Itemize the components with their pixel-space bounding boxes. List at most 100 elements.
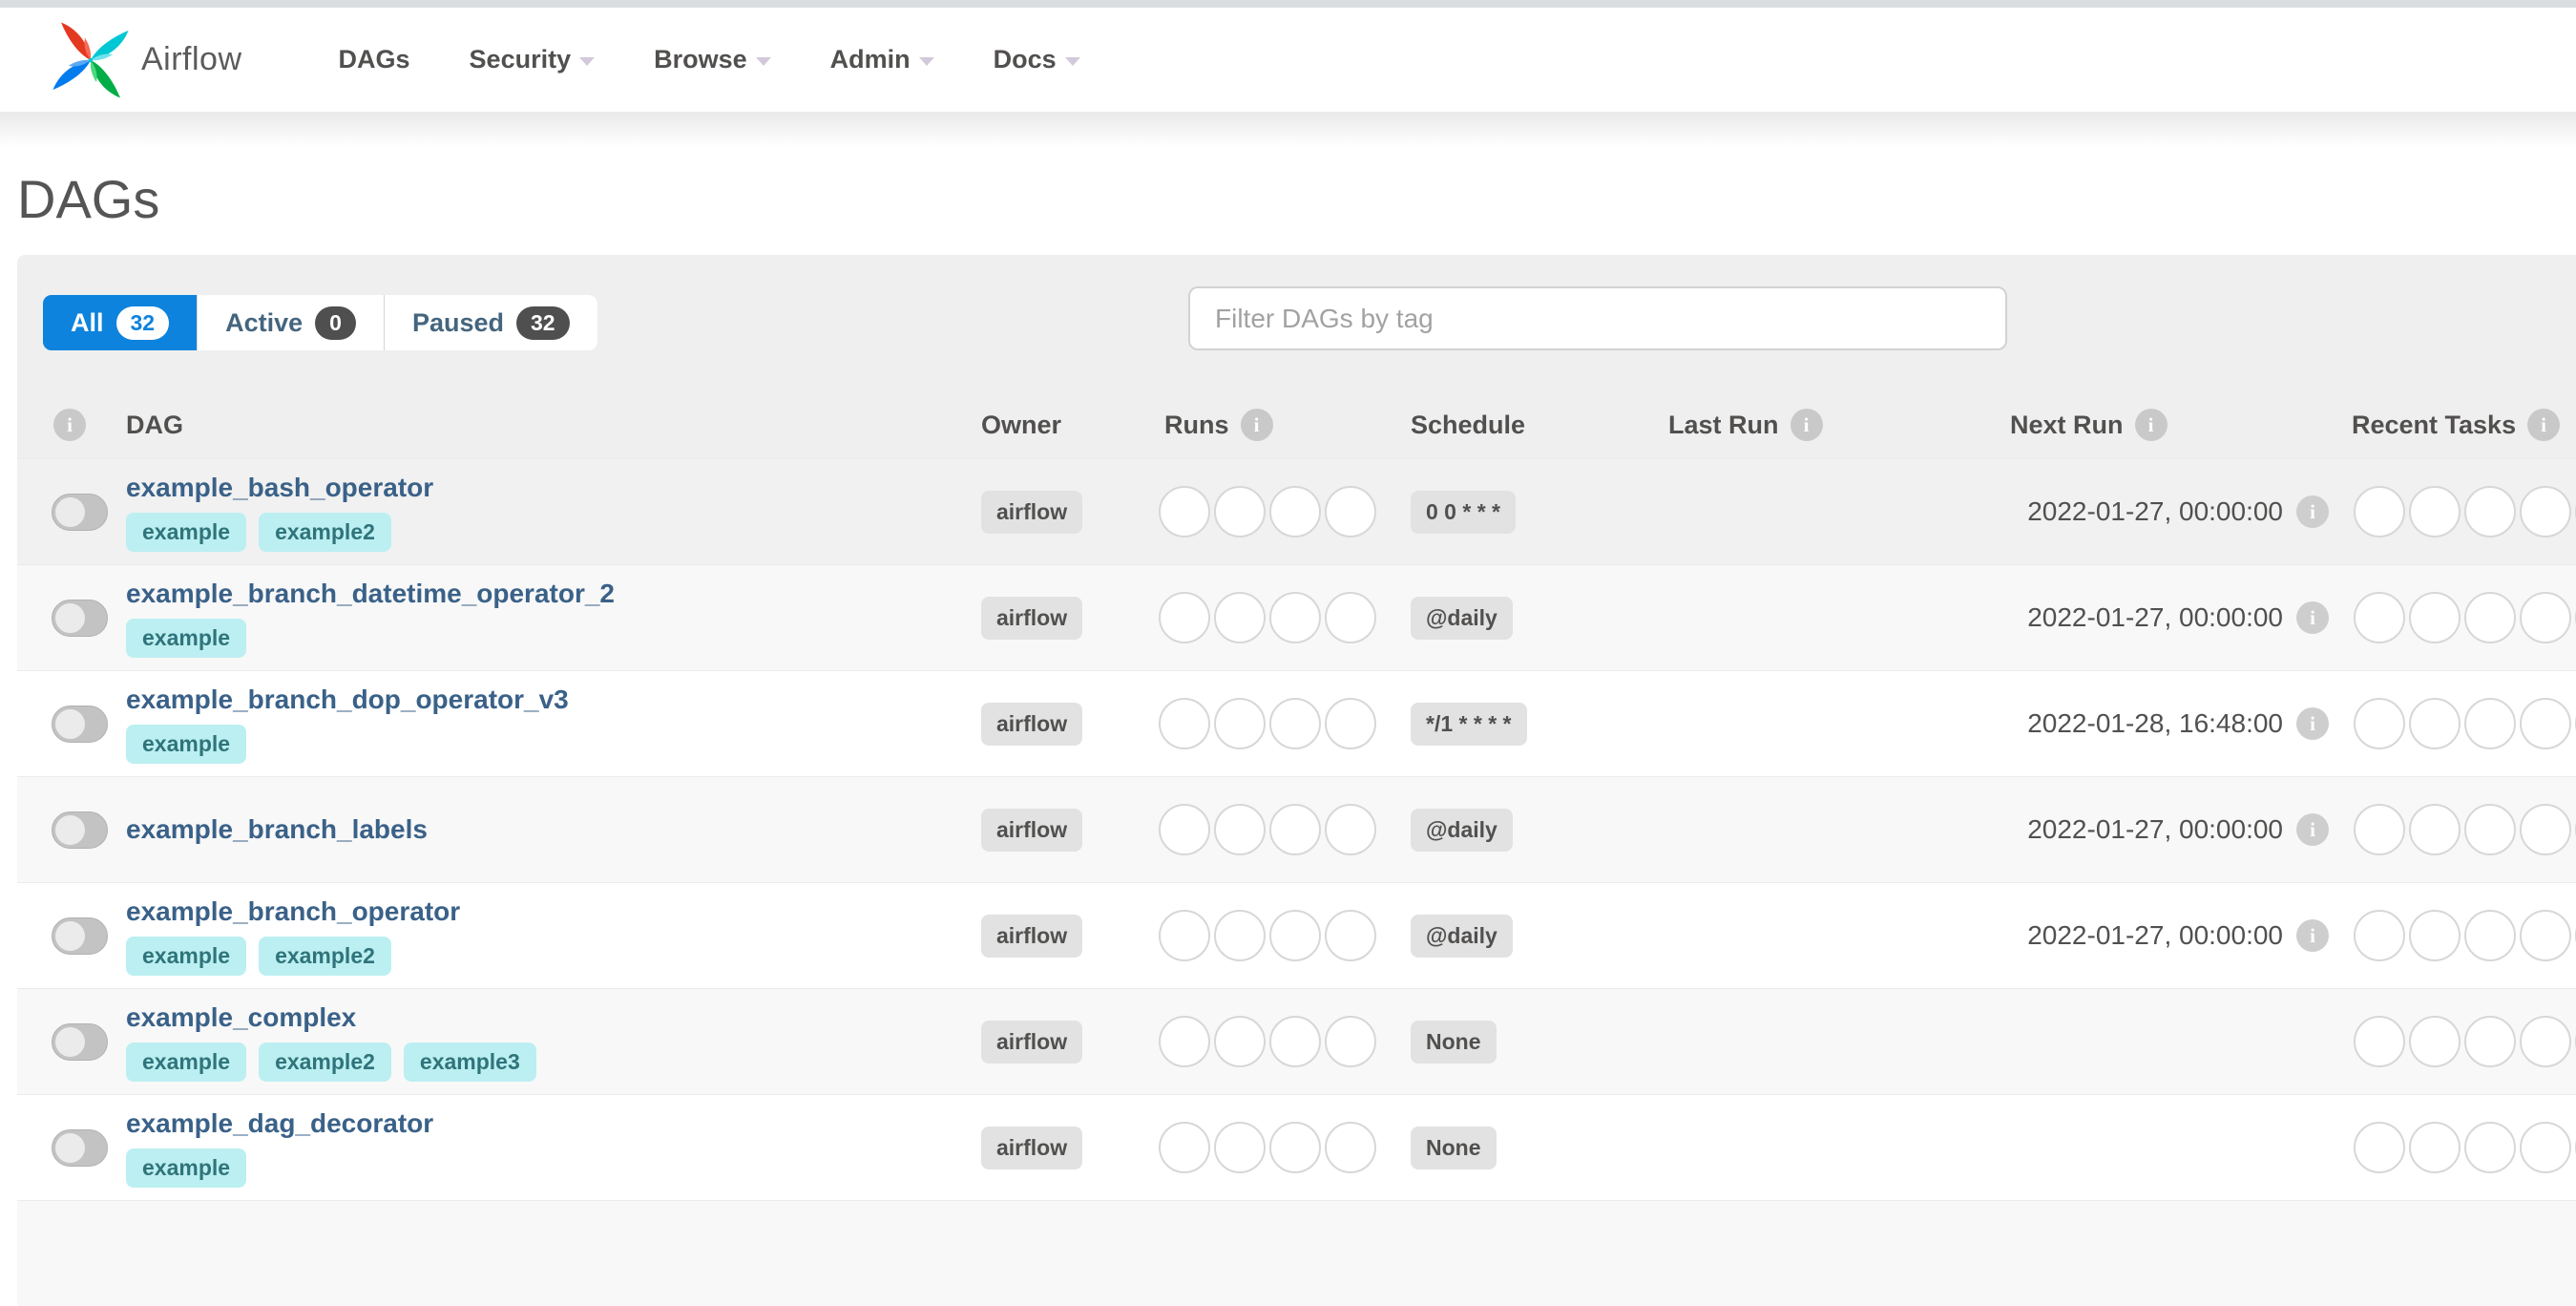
task-status-circle[interactable] — [2520, 698, 2571, 749]
dag-tag[interactable]: example — [126, 512, 247, 552]
task-status-circle[interactable] — [2409, 910, 2461, 961]
run-status-circle[interactable] — [1159, 698, 1210, 749]
dag-tag[interactable]: example2 — [259, 512, 391, 552]
task-status-circle[interactable] — [2354, 1016, 2405, 1067]
dag-pause-toggle[interactable] — [52, 1022, 108, 1061]
dag-tag[interactable]: example — [126, 936, 247, 976]
run-status-circle[interactable] — [1214, 804, 1266, 855]
dag-link[interactable]: example_branch_datetime_operator_2 — [126, 579, 966, 609]
task-status-circle[interactable] — [2409, 592, 2461, 643]
nav-item-browse[interactable]: Browse — [624, 45, 801, 74]
task-status-circle[interactable] — [2464, 910, 2516, 961]
dag-link[interactable]: example_branch_labels — [126, 814, 966, 845]
task-status-circle[interactable] — [2409, 698, 2461, 749]
run-status-circle[interactable] — [1214, 1016, 1266, 1067]
owner-badge[interactable]: airflow — [981, 702, 1083, 746]
task-status-circle[interactable] — [2409, 1122, 2461, 1173]
task-status-circle[interactable] — [2520, 1016, 2571, 1067]
dag-pause-toggle[interactable] — [52, 705, 108, 743]
col-header-next-run: Next Run i — [1995, 409, 2336, 441]
run-status-circle[interactable] — [1159, 1122, 1210, 1173]
table-row: example_bash_operator example example2 a… — [17, 458, 2576, 564]
owner-badge[interactable]: airflow — [981, 1020, 1083, 1064]
run-status-circle[interactable] — [1159, 486, 1210, 537]
dag-pause-toggle[interactable] — [52, 811, 108, 849]
task-status-circle[interactable] — [2464, 486, 2516, 537]
owner-badge[interactable]: airflow — [981, 1126, 1083, 1169]
owner-badge[interactable]: airflow — [981, 808, 1083, 852]
dag-tag[interactable]: example — [126, 1042, 247, 1082]
tab-active[interactable]: Active 0 — [198, 295, 385, 350]
owner-badge[interactable]: airflow — [981, 596, 1083, 640]
owner-badge[interactable]: airflow — [981, 914, 1083, 958]
task-status-circle[interactable] — [2409, 486, 2461, 537]
task-status-circle[interactable] — [2354, 486, 2405, 537]
task-status-circle[interactable] — [2464, 592, 2516, 643]
run-status-circle[interactable] — [1214, 1122, 1266, 1173]
task-status-circle[interactable] — [2464, 698, 2516, 749]
run-status-circle[interactable] — [1325, 1016, 1376, 1067]
dag-tag[interactable]: example2 — [259, 1042, 391, 1082]
airflow-brand[interactable]: Airflow — [50, 19, 242, 101]
task-status-circle[interactable] — [2354, 698, 2405, 749]
dag-pause-toggle[interactable] — [52, 1128, 108, 1167]
run-status-circle[interactable] — [1269, 1016, 1321, 1067]
dag-link[interactable]: example_complex — [126, 1002, 966, 1033]
task-status-circle[interactable] — [2520, 804, 2571, 855]
dag-pause-toggle[interactable] — [52, 493, 108, 531]
run-status-circle[interactable] — [1325, 1122, 1376, 1173]
run-status-circle[interactable] — [1214, 910, 1266, 961]
run-status-circle[interactable] — [1325, 804, 1376, 855]
run-status-circle[interactable] — [1214, 592, 1266, 643]
run-status-circle[interactable] — [1325, 910, 1376, 961]
dag-pause-toggle[interactable] — [52, 916, 108, 955]
task-status-circle[interactable] — [2409, 1016, 2461, 1067]
dag-tag[interactable]: example3 — [403, 1042, 536, 1082]
dag-tag[interactable]: example — [126, 1148, 247, 1188]
task-status-circle[interactable] — [2464, 804, 2516, 855]
run-status-circle[interactable] — [1325, 698, 1376, 749]
run-status-circle[interactable] — [1269, 1122, 1321, 1173]
owner-badge[interactable]: airflow — [981, 490, 1083, 534]
tab-paused[interactable]: Paused 32 — [384, 295, 597, 350]
run-status-circle[interactable] — [1159, 910, 1210, 961]
dag-link[interactable]: example_bash_operator — [126, 473, 966, 503]
task-status-circle[interactable] — [2520, 486, 2571, 537]
dag-link[interactable]: example_branch_dop_operator_v3 — [126, 685, 966, 715]
task-status-circle[interactable] — [2354, 1122, 2405, 1173]
nav-item-docs[interactable]: Docs — [964, 45, 1110, 74]
task-status-circle[interactable] — [2354, 804, 2405, 855]
dag-link[interactable]: example_dag_decorator — [126, 1108, 966, 1139]
run-status-circle[interactable] — [1269, 592, 1321, 643]
task-status-circle[interactable] — [2520, 1122, 2571, 1173]
dag-tag[interactable]: example2 — [259, 936, 391, 976]
run-status-circle[interactable] — [1269, 486, 1321, 537]
task-status-circle[interactable] — [2464, 1016, 2516, 1067]
run-status-circle[interactable] — [1159, 1016, 1210, 1067]
run-status-circle[interactable] — [1159, 592, 1210, 643]
task-status-circle[interactable] — [2520, 592, 2571, 643]
task-status-circle[interactable] — [2354, 910, 2405, 961]
run-status-circle[interactable] — [1269, 910, 1321, 961]
run-status-circle[interactable] — [1325, 592, 1376, 643]
dag-pause-toggle[interactable] — [52, 599, 108, 637]
run-status-circle[interactable] — [1214, 698, 1266, 749]
col-header-recent-tasks: Recent Tasks i — [2336, 409, 2576, 441]
dag-tag[interactable]: example — [126, 724, 247, 764]
run-status-circle[interactable] — [1269, 698, 1321, 749]
task-status-circle[interactable] — [2520, 910, 2571, 961]
dag-link[interactable]: example_branch_operator — [126, 896, 966, 927]
nav-item-admin[interactable]: Admin — [801, 45, 964, 74]
tab-all[interactable]: All 32 — [43, 295, 199, 350]
task-status-circle[interactable] — [2354, 592, 2405, 643]
task-status-circle[interactable] — [2409, 804, 2461, 855]
filter-dags-by-tag-input[interactable] — [1188, 286, 2007, 350]
nav-item-dags[interactable]: DAGs — [309, 45, 440, 74]
task-status-circle[interactable] — [2464, 1122, 2516, 1173]
nav-item-security[interactable]: Security — [440, 45, 625, 74]
run-status-circle[interactable] — [1214, 486, 1266, 537]
dag-tag[interactable]: example — [126, 618, 247, 658]
run-status-circle[interactable] — [1159, 804, 1210, 855]
run-status-circle[interactable] — [1325, 486, 1376, 537]
run-status-circle[interactable] — [1269, 804, 1321, 855]
